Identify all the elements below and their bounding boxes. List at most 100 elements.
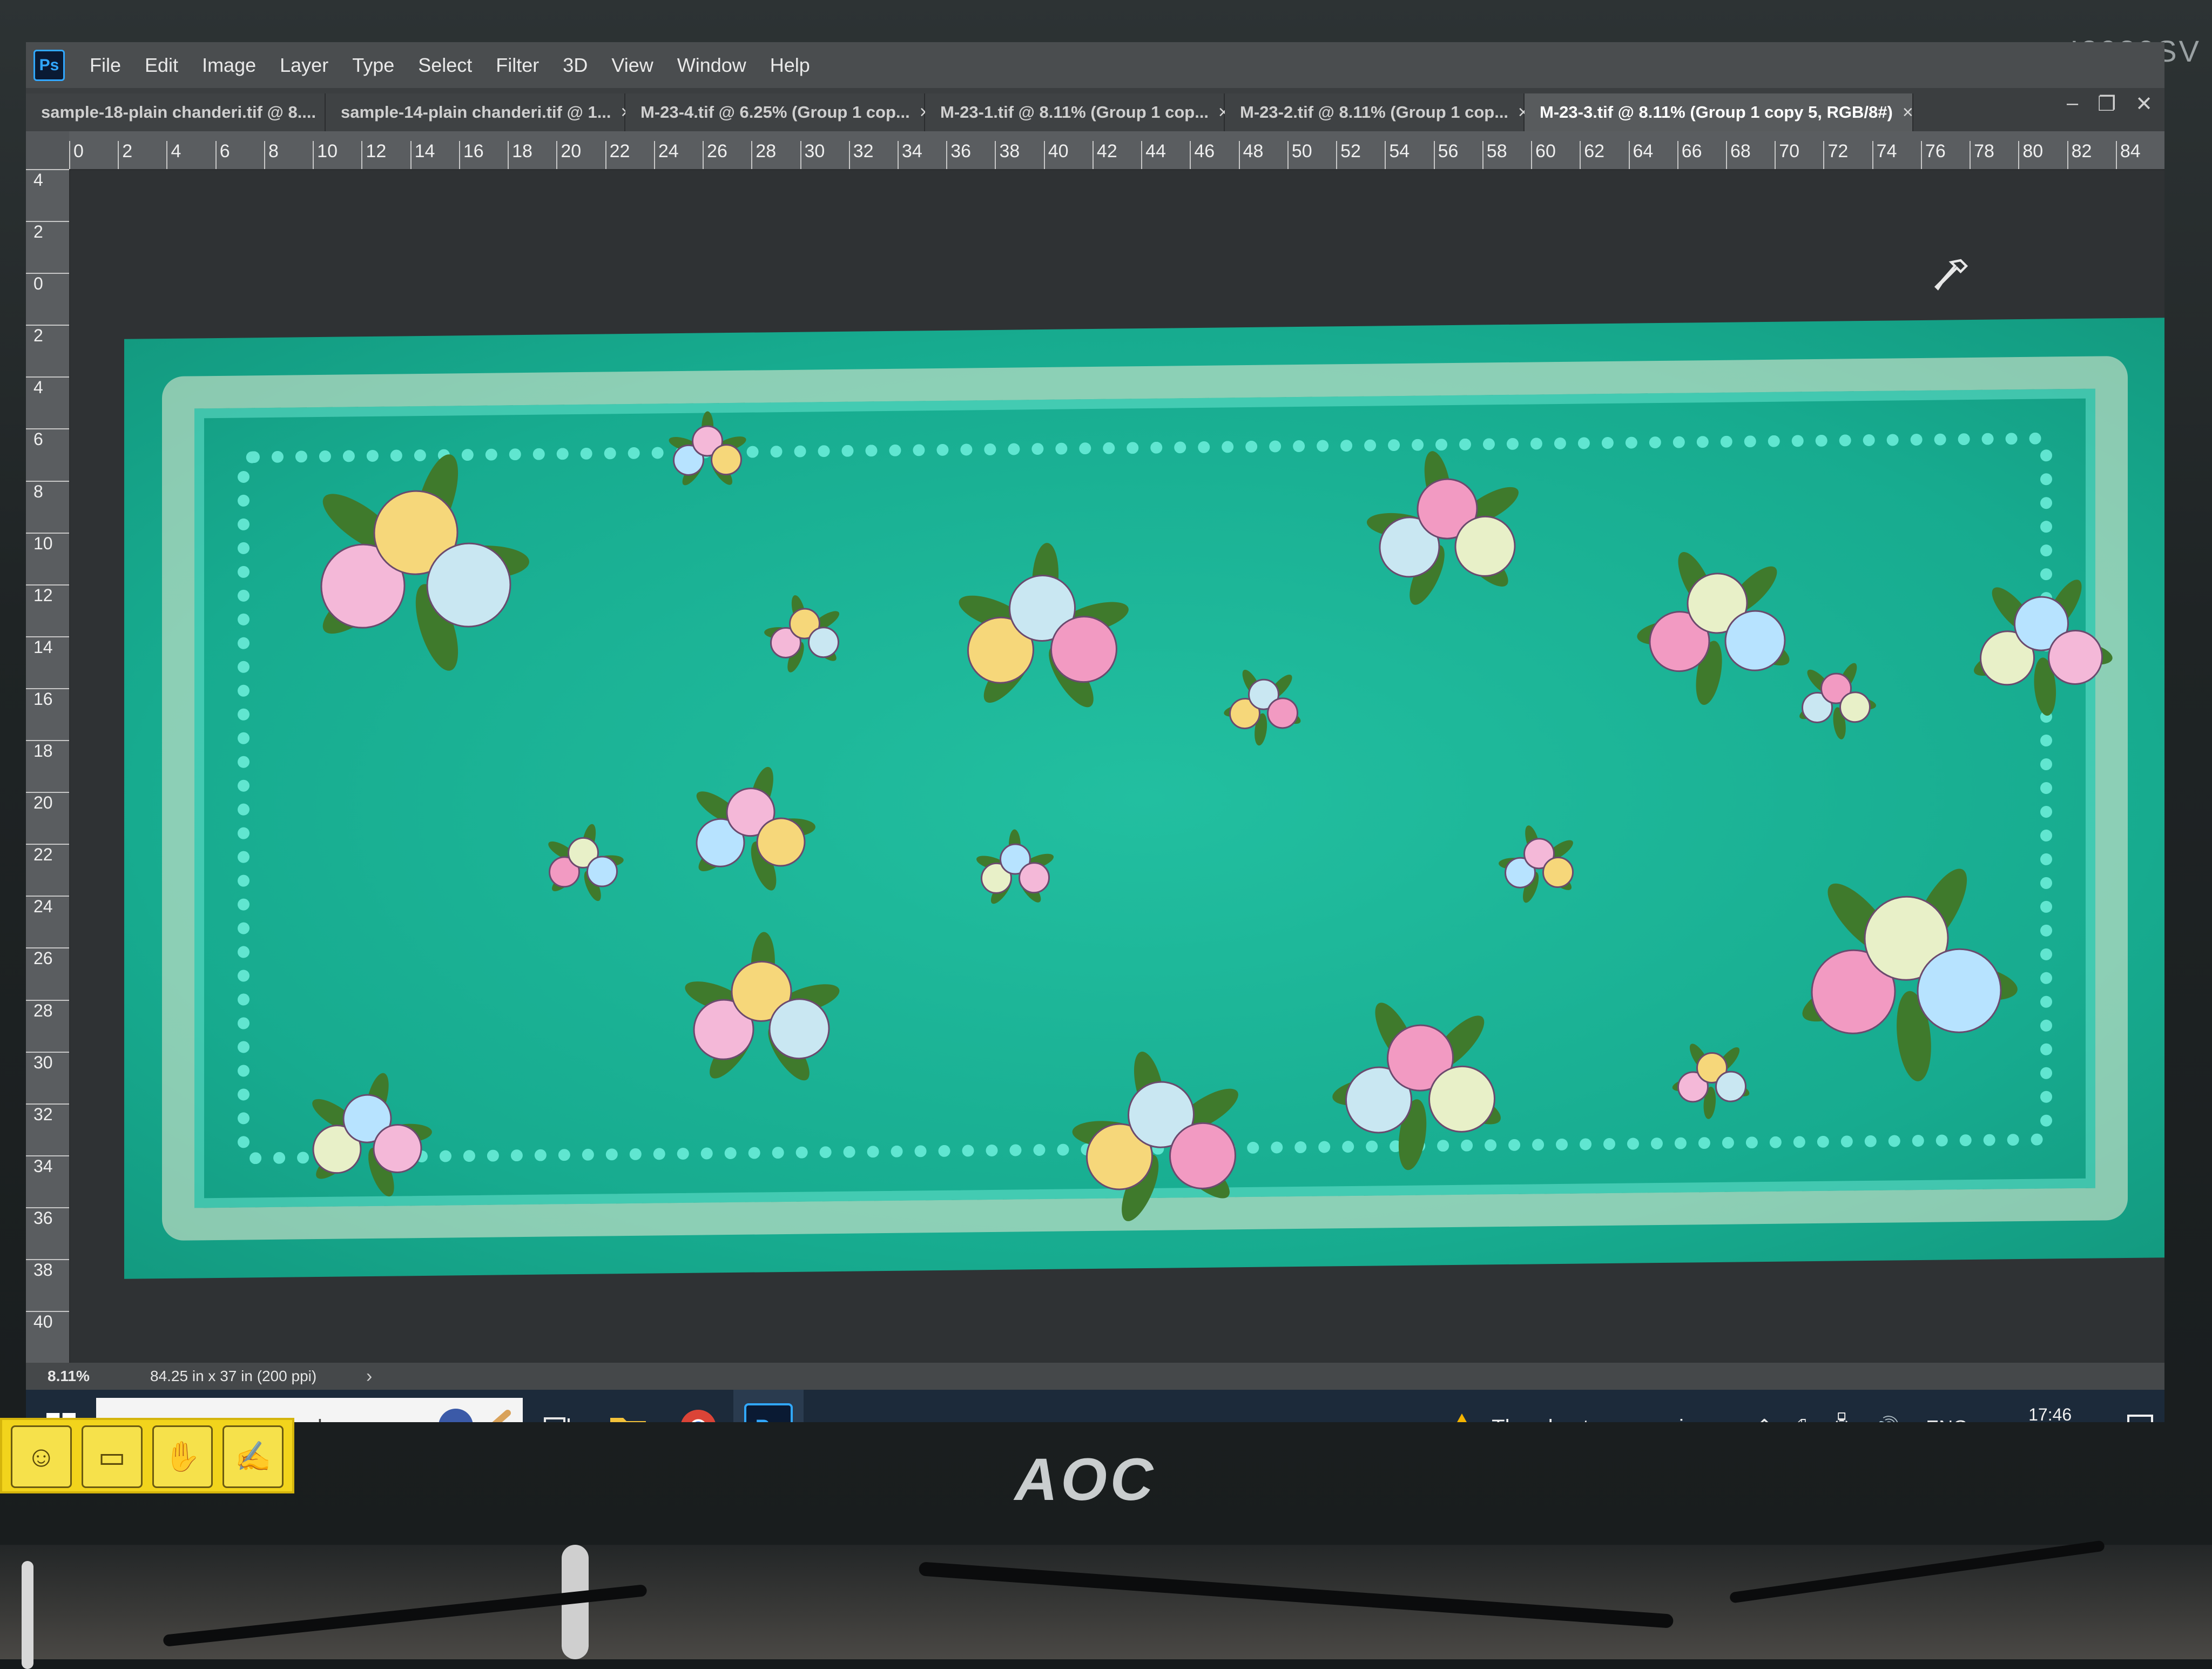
chrome-icon	[681, 1409, 716, 1422]
network-icon[interactable]: 🖧	[1830, 1409, 1854, 1422]
ruler-tick-label: 26	[703, 141, 751, 169]
document-window-controls: – ❐ ✕	[2067, 92, 2153, 116]
clock[interactable]: 17:46 30-09-2025	[2006, 1402, 2094, 1422]
ruler-tick-label: 18	[26, 740, 69, 792]
ruler-tick-label: 58	[1482, 141, 1531, 169]
flower-bouquet	[1637, 551, 1790, 705]
black-cable	[1729, 1540, 2105, 1604]
folder-icon	[610, 1418, 646, 1422]
document-tab-bar: sample-18-plain chanderi.tif @ 8.... × s…	[26, 88, 2164, 131]
flower-blossom	[1542, 856, 1574, 888]
menu-view[interactable]: View	[599, 42, 665, 88]
flower-bouquet	[1802, 869, 2018, 1081]
ruler-tick-label: 74	[1872, 141, 1921, 169]
menu-file[interactable]: File	[78, 42, 133, 88]
language-indicator[interactable]: ENG	[1926, 1416, 1968, 1422]
menu-layer[interactable]: Layer	[268, 42, 340, 88]
ruler-tick-label: 36	[26, 1207, 69, 1259]
document-tab-3[interactable]: M-23-4.tif @ 6.25% (Group 1 cop... ×	[625, 93, 930, 131]
restore-icon[interactable]: ❐	[2098, 92, 2116, 116]
tab-label: M-23-3.tif @ 8.11% (Group 1 copy 5, RGB/…	[1540, 103, 1893, 122]
menu-edit[interactable]: Edit	[133, 42, 190, 88]
ruler-tick-label: 24	[653, 141, 703, 169]
volume-icon[interactable]: 🔊	[1873, 1415, 1900, 1423]
ruler-tick-label: 48	[1238, 141, 1287, 169]
minimize-icon[interactable]: –	[2067, 92, 2078, 116]
task-view-icon	[544, 1417, 570, 1422]
task-view-button[interactable]	[523, 1390, 593, 1422]
ruler-tick-label: 12	[26, 584, 69, 636]
flower-blossom	[586, 856, 618, 887]
document-tab-1[interactable]: sample-18-plain chanderi.tif @ 8.... ×	[26, 93, 336, 131]
ruler-tick-label: 14	[26, 636, 69, 688]
ruler-tick-label: 76	[1920, 141, 1970, 169]
close-icon[interactable]: ×	[1903, 102, 1913, 123]
flower-blossom	[768, 998, 830, 1060]
ruler-tick-label: 64	[1628, 141, 1677, 169]
flower-bouquet	[1072, 1052, 1238, 1221]
document-canvas[interactable]	[124, 318, 2164, 1279]
screen: Ps File Edit Image Layer Type Select Fil…	[26, 42, 2164, 1422]
menu-select[interactable]: Select	[406, 42, 484, 88]
notification-center-button[interactable]: 1	[2116, 1412, 2164, 1422]
ruler-tick-label: 66	[1677, 141, 1726, 169]
ruler-tick-label: 34	[897, 141, 946, 169]
canvas-workspace[interactable]	[70, 170, 2164, 1363]
start-button[interactable]	[26, 1390, 96, 1422]
menu-image[interactable]: Image	[190, 42, 268, 88]
document-tab-2[interactable]: sample-14-plain chanderi.tif @ 1... ×	[326, 93, 631, 131]
ruler-tick-label: 44	[1141, 141, 1190, 169]
ruler-tick-label: 22	[605, 141, 654, 169]
menu-filter[interactable]: Filter	[484, 42, 551, 88]
ruler-tick-label: 50	[1287, 141, 1336, 169]
ruler-tick-label: 72	[1823, 141, 1872, 169]
menu-help[interactable]: Help	[758, 42, 822, 88]
menu-type[interactable]: Type	[340, 42, 406, 88]
photoshop-task-button[interactable]: Ps	[733, 1390, 804, 1422]
ruler-tick-label: 4	[166, 141, 215, 169]
close-window-icon[interactable]: ✕	[2135, 92, 2153, 116]
sticker-cleaning-icon: ✍	[222, 1425, 284, 1488]
vertical-ruler[interactable]: 4 2 0 2 4 6 8 10 12 14 16 18 20 22 24 26 28 30 32 34 36 38 40	[26, 169, 70, 1363]
ruler-tick-label: 80	[2018, 141, 2067, 169]
ruler-origin[interactable]	[26, 131, 69, 169]
menu-3d[interactable]: 3D	[551, 42, 599, 88]
flower-bouquet	[696, 766, 815, 891]
flower-bouquet	[1499, 825, 1574, 903]
sticker-face-icon: ☺	[11, 1425, 72, 1488]
chrome-button[interactable]	[663, 1390, 733, 1422]
ruler-tick-label: 34	[26, 1155, 69, 1207]
document-tab-active[interactable]: M-23-3.tif @ 8.11% (Group 1 copy 5, RGB/…	[1525, 93, 1913, 131]
menu-window[interactable]: Window	[665, 42, 758, 88]
ruler-tick-label: 6	[215, 141, 264, 169]
menu-bar: Ps File Edit Image Layer Type Select Fil…	[26, 42, 2164, 88]
ruler-tick-label: 54	[1385, 141, 1433, 169]
usb-icon[interactable]: ⎙	[1793, 1416, 1810, 1423]
flower-blossom	[1917, 948, 2002, 1033]
sticker-hand-icon: ✋	[152, 1425, 213, 1488]
ruler-tick-label: 2	[26, 325, 69, 376]
weather-widget[interactable]: Thunderstorm warning	[1445, 1412, 1708, 1422]
ruler-tick-label: 46	[1190, 141, 1238, 169]
photoshop-icon: Ps	[744, 1403, 793, 1422]
ruler-tick-label: 22	[26, 844, 69, 896]
ruler-tick-label: 62	[1580, 141, 1628, 169]
ruler-tick-label: 68	[1725, 141, 1775, 169]
eyedropper-cursor-icon	[1934, 259, 1968, 291]
zoom-level[interactable]: 8.11%	[26, 1368, 150, 1385]
ruler-tick-label: 28	[751, 141, 800, 169]
ruler-tick-label: 10	[26, 532, 69, 584]
status-bar: 8.11% 84.25 in x 37 in (200 ppi) ›	[26, 1363, 2164, 1390]
flower-blossom	[1715, 1071, 1746, 1102]
chevron-up-icon[interactable]: ⌃	[1755, 1415, 1773, 1422]
tab-label: M-23-2.tif @ 8.11% (Group 1 cop...	[1240, 103, 1509, 122]
document-tab-4[interactable]: M-23-1.tif @ 8.11% (Group 1 cop... ×	[925, 93, 1229, 131]
horizontal-ruler[interactable]: 0 2 4 6 8 10 12 14 16 18 20 22 24 26 28 30 32 34 36 38 40 42 4…	[69, 131, 2164, 170]
document-tab-5[interactable]: M-23-2.tif @ 8.11% (Group 1 cop... ×	[1225, 93, 1529, 131]
file-explorer-button[interactable]	[593, 1390, 663, 1422]
flower-bouquet	[1224, 669, 1301, 746]
flower-blossom	[1050, 616, 1117, 683]
chevron-right-icon[interactable]: ›	[366, 1366, 372, 1387]
flower-bouquet	[1974, 580, 2113, 716]
ruler-tick-label: 2	[118, 141, 166, 169]
